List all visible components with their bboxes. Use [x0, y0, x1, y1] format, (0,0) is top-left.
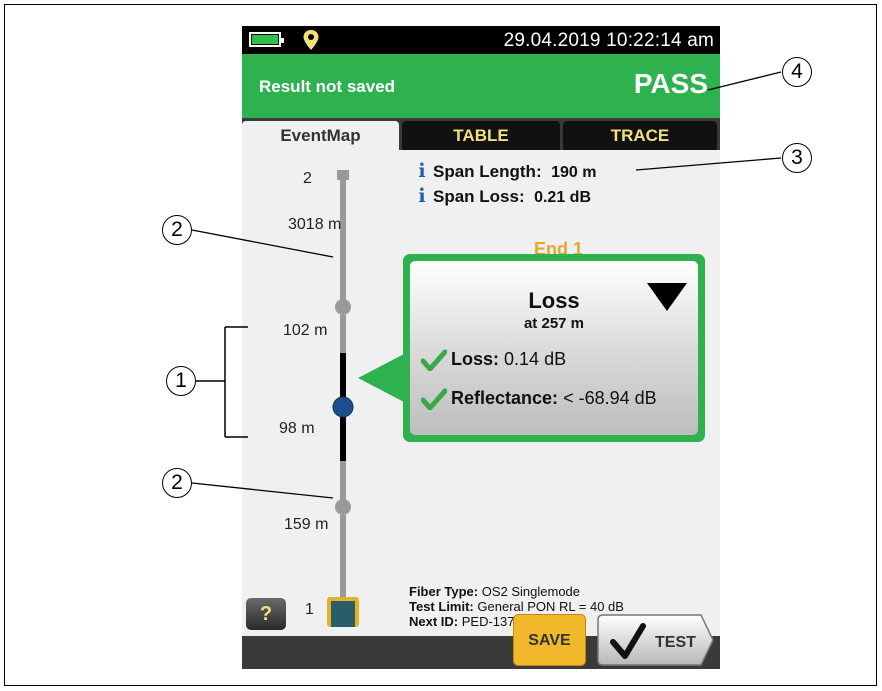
callout-lines [191, 71, 782, 499]
callout-line-2-lower [191, 482, 334, 499]
callout-line-2-upper [191, 229, 334, 258]
callout-line-4 [707, 71, 782, 91]
callout-4: 4 [782, 57, 812, 87]
selected-segment-bracket [224, 326, 248, 438]
callout-3: 3 [782, 143, 812, 173]
callout-2-upper: 2 [162, 215, 192, 245]
callout-line-3 [635, 157, 782, 171]
callout-1: 1 [166, 366, 196, 396]
callout-2-lower: 2 [162, 468, 192, 498]
